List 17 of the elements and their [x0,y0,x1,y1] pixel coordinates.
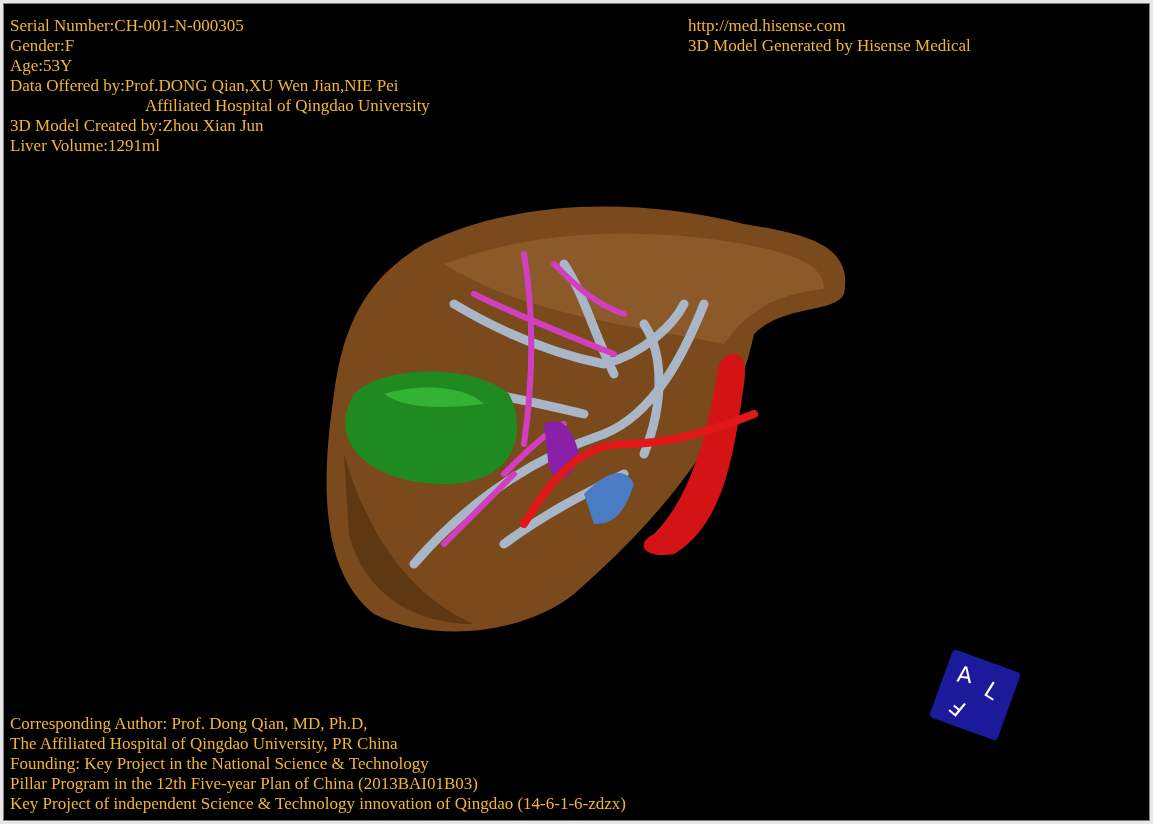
info-text: Serial Number:CH-001-N-000305 [10,16,244,36]
info-text: Founding: Key Project in the National Science & Technology [10,754,429,774]
info-text: Age:53Y [10,56,73,76]
info-text: 3D Model Created by:Zhou Xian Jun [10,116,264,136]
info-text: Gender:F [10,36,75,56]
info-text: http://med.hisense.com [688,16,846,36]
info-text: 3D Model Generated by Hisense Medical [688,36,971,56]
info-text: Key Project of independent Science & Technology innovation of Qingdao (14-6-1-6-zdzx) [10,794,626,814]
info-text: Affiliated Hospital of Qingdao University [144,96,430,116]
cube-face-label: L [980,678,1003,704]
info-text: The Affiliated Hospital of Qingdao University, PR China [10,734,398,754]
info-text: Liver Volume:1291ml [10,136,160,156]
cube-face-label: F [946,694,971,720]
info-text: Corresponding Author: Prof. Dong Qian, MD, Ph.D, [10,714,368,734]
info-text: Pillar Program in the 12th Five-year Plan of China (2013BAI01B03) [10,774,478,794]
cube-face-label: A [955,663,974,688]
info-text: Data Offered by:Prof.DONG Qian,XU Wen Jian,NIE Pei [10,76,399,96]
